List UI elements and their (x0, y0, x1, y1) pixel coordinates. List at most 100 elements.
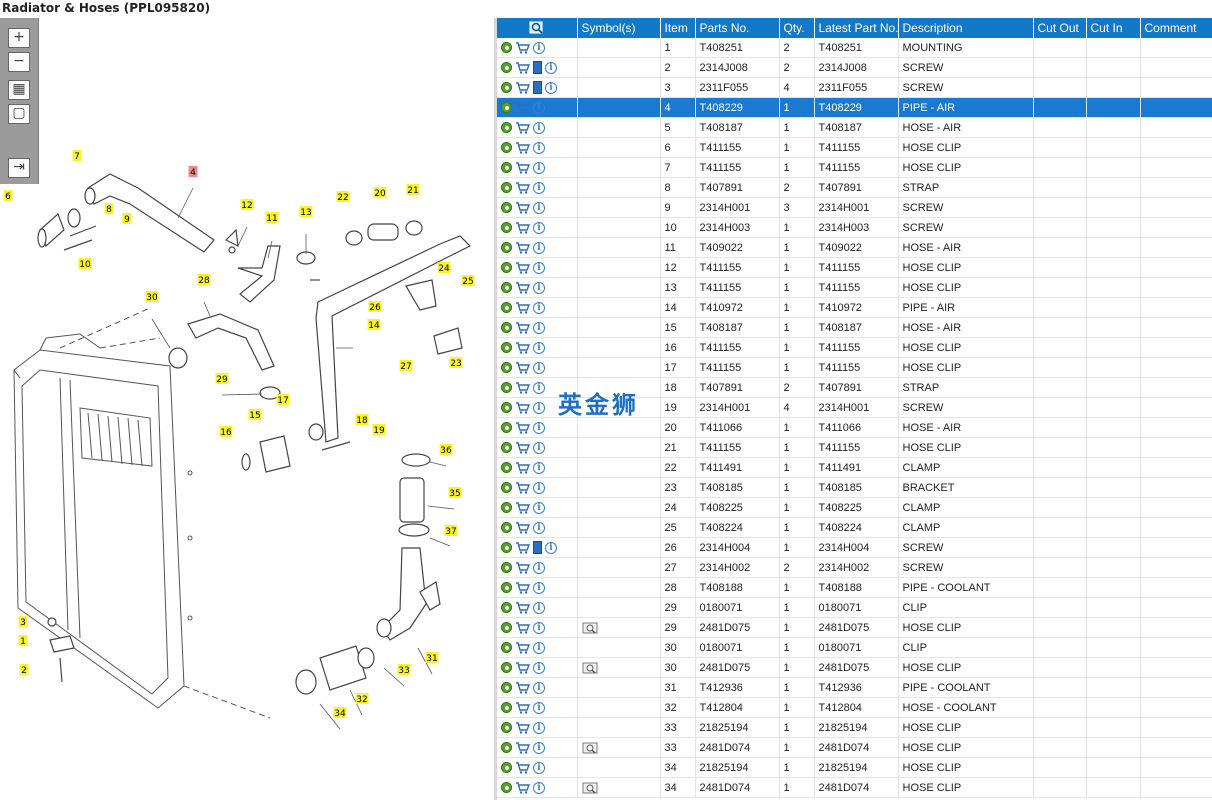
table-row[interactable]: i 13 T411155 1 T411155 HOSE CLIP (497, 277, 1212, 298)
info-icon[interactable]: i (533, 521, 545, 534)
gear-icon[interactable] (501, 62, 512, 73)
gear-icon[interactable] (501, 622, 512, 634)
table-row[interactable]: i 30 2481D075 1 2481D075 HOSE CLIP (497, 657, 1212, 678)
header-latest-part-no[interactable]: Latest Part No. (814, 18, 899, 38)
callout-1[interactable]: 1 (18, 635, 28, 647)
table-row[interactable]: i 17 T411155 1 T411155 HOSE CLIP (497, 357, 1212, 378)
gear-icon[interactable] (501, 462, 512, 474)
header-qty[interactable]: Qty. (779, 18, 815, 38)
table-row[interactable]: i 28 T408188 1 T408188 PIPE - COOLANT (497, 577, 1212, 598)
info-icon[interactable]: i (533, 761, 545, 774)
callout-7[interactable]: 7 (72, 150, 82, 162)
cart-icon[interactable] (515, 421, 530, 434)
gear-icon[interactable] (501, 642, 512, 654)
table-row[interactable]: i 32 T412804 1 T412804 HOSE - COOLANT (497, 697, 1212, 718)
table-row[interactable]: i 2 2314J008 2 2314J008 SCREW (497, 57, 1212, 78)
table-row[interactable]: i 24 T408225 1 T408225 CLAMP (497, 497, 1212, 518)
cart-icon[interactable] (515, 641, 530, 654)
callout-29[interactable]: 29 (215, 373, 229, 385)
table-row[interactable]: i 10 2314H003 1 2314H003 SCREW (497, 217, 1212, 238)
cart-icon[interactable] (515, 681, 530, 694)
info-icon[interactable]: i (533, 421, 545, 434)
table-row[interactable]: i 5 T408187 1 T408187 HOSE - AIR (497, 117, 1212, 138)
gear-icon[interactable] (501, 102, 512, 114)
cart-icon[interactable] (515, 741, 530, 754)
diagram-pane[interactable]: 1 2 3 4 6 7 8 9 10 11 12 13 14 15 16 17 18 19 20 21 22 23 24 25… (0, 18, 494, 800)
callout-36[interactable]: 36 (439, 444, 453, 456)
table-row[interactable]: i 31 T412936 1 T412936 PIPE - COOLANT (497, 677, 1212, 698)
cart-icon[interactable] (515, 561, 530, 574)
callout-17[interactable]: 17 (276, 394, 290, 406)
info-icon[interactable]: i (533, 301, 545, 314)
table-row[interactable]: i 14 T410972 1 T410972 PIPE - AIR (497, 297, 1212, 318)
info-icon[interactable]: i (533, 201, 545, 214)
zoom-out-button[interactable]: − (8, 52, 30, 72)
header-parts-no[interactable]: Parts No. (695, 18, 780, 38)
illustration-icon[interactable] (582, 742, 598, 754)
gear-icon[interactable] (501, 662, 512, 674)
fit-all-button[interactable]: ▦ (8, 80, 30, 100)
book-icon[interactable] (533, 541, 542, 554)
cart-icon[interactable] (515, 481, 530, 494)
callout-9[interactable]: 9 (122, 213, 132, 225)
callout-34[interactable]: 34 (333, 707, 347, 719)
cart-icon[interactable] (515, 221, 530, 234)
cart-icon[interactable] (515, 501, 530, 514)
table-row[interactable]: i 20 T411066 1 T411066 HOSE - AIR (497, 417, 1212, 438)
cart-icon[interactable] (515, 721, 530, 734)
info-icon[interactable]: i (533, 641, 545, 654)
callout-18[interactable]: 18 (355, 414, 369, 426)
cart-icon[interactable] (515, 81, 530, 94)
gear-icon[interactable] (501, 202, 512, 214)
callout-20[interactable]: 20 (373, 187, 387, 199)
cart-icon[interactable] (515, 401, 530, 414)
callout-10[interactable]: 10 (78, 258, 92, 270)
cart-icon[interactable] (515, 241, 530, 254)
gear-icon[interactable] (501, 482, 512, 494)
callout-14[interactable]: 14 (367, 319, 381, 331)
exploded-diagram[interactable]: 123467891011121314151617181920 2122232425… (0, 18, 494, 800)
callout-22[interactable]: 22 (336, 191, 350, 203)
info-icon[interactable]: i (533, 721, 545, 734)
header-cut-in[interactable]: Cut In (1086, 18, 1141, 38)
cart-icon[interactable] (515, 761, 530, 774)
table-row[interactable]: i 33 2481D074 1 2481D074 HOSE CLIP (497, 737, 1212, 758)
gear-icon[interactable] (501, 502, 512, 514)
illustration-icon[interactable] (582, 622, 598, 634)
cart-icon[interactable] (515, 301, 530, 314)
gear-icon[interactable] (501, 182, 512, 194)
info-icon[interactable]: i (533, 241, 545, 254)
illustration-icon[interactable] (582, 782, 598, 794)
search-icon[interactable] (529, 21, 545, 35)
zoom-in-button[interactable]: + (8, 28, 30, 48)
callout-11[interactable]: 11 (265, 212, 279, 224)
gear-icon[interactable] (501, 362, 512, 374)
cart-icon[interactable] (515, 541, 530, 554)
cart-icon[interactable] (515, 181, 530, 194)
gear-icon[interactable] (501, 582, 512, 594)
table-row[interactable]: i 21 T411155 1 T411155 HOSE CLIP (497, 437, 1212, 458)
info-icon[interactable]: i (533, 321, 545, 334)
gear-icon[interactable] (501, 382, 512, 394)
info-icon[interactable]: i (545, 61, 557, 74)
cart-icon[interactable] (515, 621, 530, 634)
table-row[interactable]: i 29 2481D075 1 2481D075 HOSE CLIP (497, 617, 1212, 638)
gear-icon[interactable] (501, 442, 512, 454)
table-row[interactable]: i 4 T408229 1 T408229 PIPE - AIR (497, 97, 1212, 118)
table-row[interactable]: i 22 T411491 1 T411491 CLAMP (497, 457, 1212, 478)
info-icon[interactable]: i (533, 601, 545, 614)
info-icon[interactable]: i (533, 181, 545, 194)
table-row[interactable]: i 11 T409022 1 T409022 HOSE - AIR (497, 237, 1212, 258)
callout-26[interactable]: 26 (368, 301, 382, 313)
table-row[interactable]: i 8 T407891 2 T407891 STRAP (497, 177, 1212, 198)
callout-15[interactable]: 15 (248, 409, 262, 421)
gear-icon[interactable] (501, 122, 512, 134)
book-icon[interactable] (533, 61, 542, 74)
info-icon[interactable]: i (533, 41, 545, 54)
table-row[interactable]: i 30 0180071 1 0180071 CLIP (497, 637, 1212, 658)
info-icon[interactable]: i (533, 361, 545, 374)
cart-icon[interactable] (515, 201, 530, 214)
info-icon[interactable]: i (545, 541, 557, 554)
header-symbols[interactable]: Symbol(s) (577, 18, 661, 38)
table-row[interactable]: i 7 T411155 1 T411155 HOSE CLIP (497, 157, 1212, 178)
